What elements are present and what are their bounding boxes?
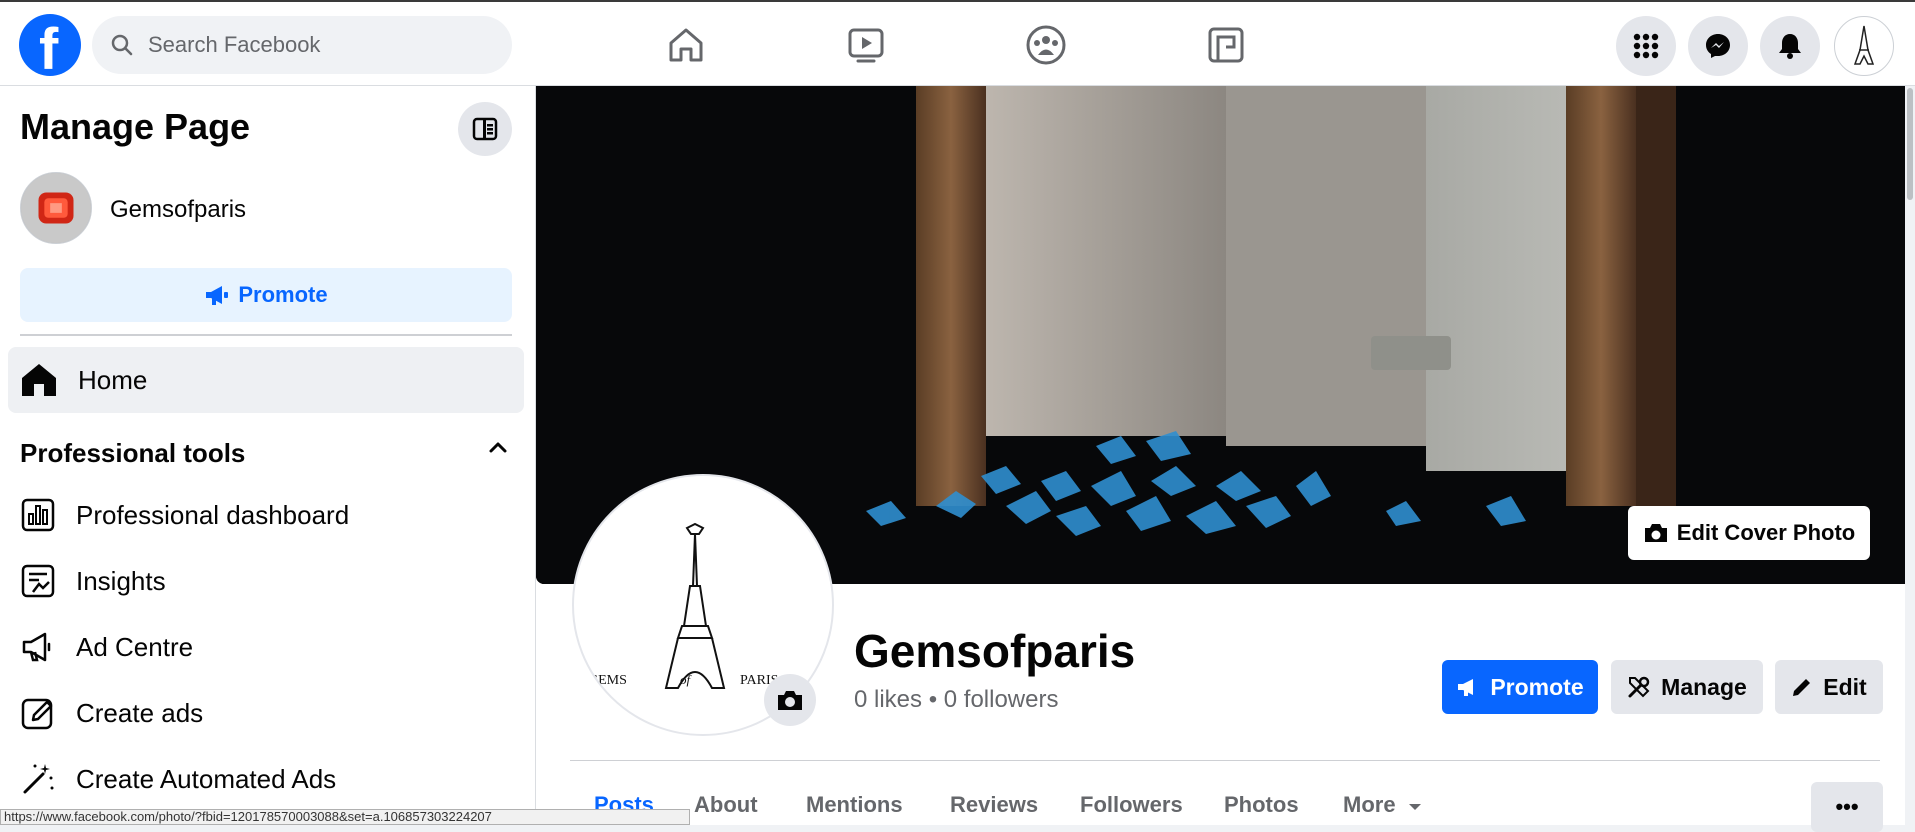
tab-more[interactable]: More bbox=[1343, 792, 1422, 818]
home-icon[interactable] bbox=[662, 22, 710, 68]
top-navigation-bar: f bbox=[0, 0, 1915, 86]
edit-button[interactable]: Edit bbox=[1775, 660, 1883, 714]
messenger-icon[interactable] bbox=[1688, 16, 1748, 76]
tab-about[interactable]: About bbox=[694, 792, 758, 818]
pencil-icon bbox=[1791, 676, 1813, 698]
sidebar-item-insights[interactable]: Insights bbox=[20, 556, 166, 606]
dashboard-icon bbox=[20, 497, 56, 533]
menu-grid-icon[interactable] bbox=[1616, 16, 1676, 76]
search-input[interactable] bbox=[148, 32, 478, 58]
manage-label: Manage bbox=[1661, 673, 1747, 700]
promote-label: Promote bbox=[1490, 673, 1584, 700]
edit-cover-label: Edit Cover Photo bbox=[1676, 520, 1856, 545]
sidebar-page-name[interactable]: Gemsofparis bbox=[110, 196, 246, 224]
groups-icon[interactable] bbox=[1022, 22, 1070, 68]
chevron-up-icon[interactable] bbox=[488, 440, 508, 459]
page-avatar[interactable] bbox=[20, 172, 92, 244]
tab-reviews[interactable]: Reviews bbox=[950, 792, 1038, 818]
video-icon[interactable] bbox=[842, 22, 890, 68]
insights-icon bbox=[20, 563, 56, 599]
tools-icon bbox=[1627, 675, 1651, 699]
manage-button[interactable]: Manage bbox=[1611, 660, 1763, 714]
section-title-professional-tools: Professional tools bbox=[20, 438, 246, 468]
divider bbox=[570, 760, 1880, 761]
sidebar-promote-label: Promote bbox=[238, 282, 328, 307]
manage-page-sidebar: Manage Page Gemsofparis Promote Home Pro… bbox=[0, 86, 536, 825]
sidebar-item-label: Insights bbox=[76, 565, 166, 596]
sidebar-item-home[interactable]: Home bbox=[8, 347, 524, 413]
sidebar-item-label: Home bbox=[78, 364, 148, 395]
edit-cover-photo-button[interactable]: Edit Cover Photo bbox=[1628, 506, 1870, 560]
magic-wand-icon bbox=[20, 761, 56, 797]
likes-followers-count[interactable]: 0 likes • 0 followers bbox=[854, 686, 1058, 714]
sidebar-item-label: Create ads bbox=[76, 697, 204, 728]
caret-down-icon bbox=[1408, 804, 1421, 810]
sidebar-item-create-automated-ads[interactable]: Create Automated Ads bbox=[20, 754, 336, 804]
sidebar-title: Manage Page bbox=[20, 106, 251, 147]
sidebar-item-label: Professional dashboard bbox=[76, 499, 350, 530]
sidebar-item-label: Ad Centre bbox=[76, 631, 194, 662]
logo-text-gems: GEMS bbox=[588, 673, 627, 688]
account-avatar[interactable] bbox=[1834, 16, 1894, 76]
megaphone-icon bbox=[20, 629, 56, 665]
gaming-icon[interactable] bbox=[1202, 22, 1250, 68]
camera-icon bbox=[1644, 524, 1667, 542]
logo-text-of: of bbox=[680, 672, 693, 687]
collapse-sidebar-icon[interactable] bbox=[458, 102, 512, 156]
divider bbox=[20, 334, 512, 336]
page-profile-main: Edit Cover Photo GEMS of PARIS Gemsofpar… bbox=[536, 86, 1915, 832]
home-filled-icon bbox=[22, 364, 56, 396]
sidebar-promote-button[interactable]: Promote bbox=[20, 268, 512, 322]
update-profile-picture-camera-icon[interactable] bbox=[764, 674, 816, 726]
search-icon bbox=[111, 34, 133, 56]
page-title: Gemsofparis bbox=[854, 625, 1136, 677]
sidebar-item-professional-dashboard[interactable]: Professional dashboard bbox=[20, 490, 349, 540]
search-box[interactable] bbox=[92, 16, 512, 74]
edit-square-icon bbox=[20, 695, 56, 731]
megaphone-icon bbox=[1456, 677, 1480, 697]
notifications-icon[interactable] bbox=[1760, 16, 1820, 76]
edit-label: Edit bbox=[1823, 673, 1867, 700]
sidebar-item-ad-centre[interactable]: Ad Centre bbox=[20, 622, 193, 672]
sidebar-item-create-ads[interactable]: Create ads bbox=[20, 688, 203, 738]
megaphone-icon bbox=[206, 286, 229, 305]
tab-more-label: More bbox=[1343, 792, 1396, 817]
sidebar-item-label: Create Automated Ads bbox=[76, 763, 337, 794]
tab-mentions[interactable]: Mentions bbox=[806, 792, 903, 818]
tab-photos[interactable]: Photos bbox=[1224, 792, 1299, 818]
scrollbar-thumb[interactable] bbox=[1907, 88, 1913, 200]
logo-letter: f bbox=[39, 17, 59, 82]
promote-button[interactable]: Promote bbox=[1442, 660, 1598, 714]
facebook-logo[interactable]: f bbox=[19, 14, 81, 82]
tab-followers[interactable]: Followers bbox=[1080, 792, 1183, 818]
browser-status-url: https://www.facebook.com/photo/?fbid=120… bbox=[0, 809, 690, 825]
scrollbar[interactable] bbox=[1905, 86, 1915, 825]
